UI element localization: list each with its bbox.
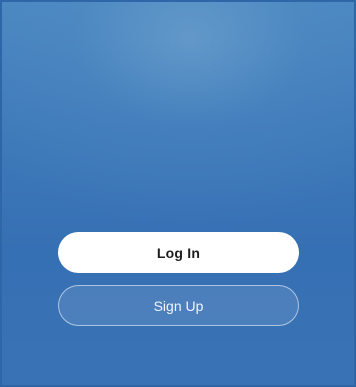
login-button-label: Log In (156, 244, 201, 261)
signup-button[interactable]: Sign Up (58, 285, 299, 326)
screen-border (0, 0, 356, 387)
signup-button-label: Sign Up (153, 297, 204, 314)
login-button[interactable]: Log In (58, 232, 299, 273)
welcome-screen: Log In Sign Up (0, 0, 356, 387)
